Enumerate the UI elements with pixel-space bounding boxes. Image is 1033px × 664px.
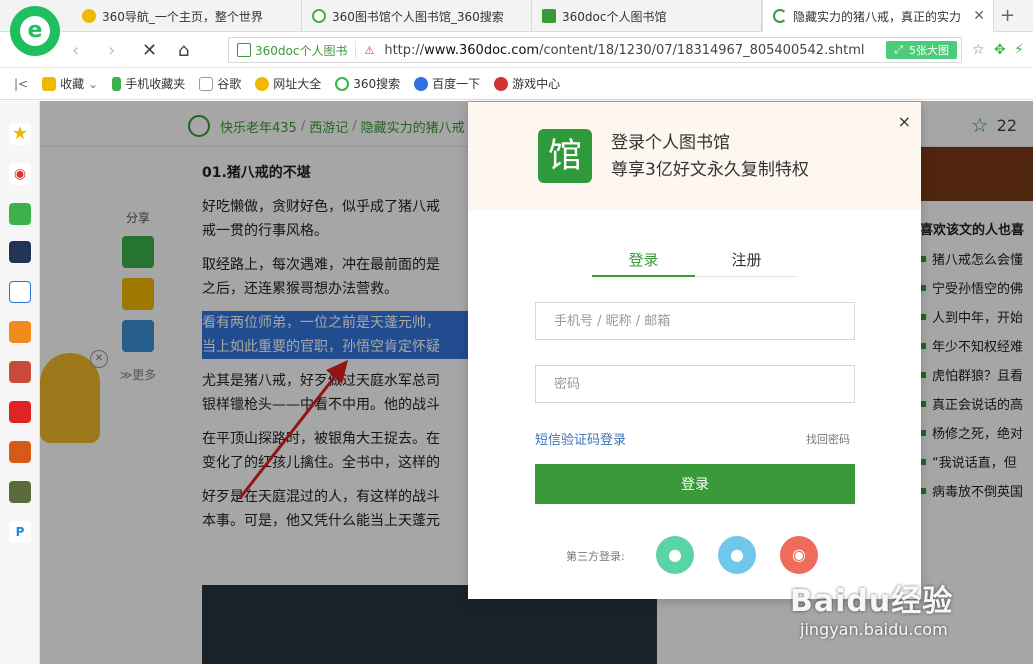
url-scheme: http:// xyxy=(384,42,425,58)
tab-favicon-icon xyxy=(82,9,96,23)
pubg-app-icon[interactable] xyxy=(9,481,31,503)
security-warning-icon[interactable]: ⚠ xyxy=(364,44,374,57)
bookmark-game-center[interactable]: 游戏中心 xyxy=(494,75,560,92)
qq-login-icon[interactable]: ● xyxy=(718,536,756,574)
tab-loading-icon xyxy=(773,9,787,23)
bookmark-url-directory[interactable]: 网址大全 xyxy=(255,75,321,92)
expand-icon: ⤢ xyxy=(894,43,903,56)
tab-label: 360导航_一个主页，整个世界 xyxy=(102,9,263,24)
news-app-icon[interactable] xyxy=(9,241,31,263)
login-dialog: 馆 登录个人图书馆 尊享3亿好文永久复制特权 × 登录 注册 短信验证码登录 找… xyxy=(468,102,921,599)
tab-active-article[interactable]: 隐藏实力的猪八戒，真正的实力 ✕ xyxy=(762,0,994,32)
bookmarks-collapse-icon[interactable]: |< xyxy=(14,77,28,91)
page-icon xyxy=(199,76,214,91)
nav-360-icon xyxy=(255,76,270,91)
forgot-password-link[interactable]: 找回密码 xyxy=(806,431,850,447)
star-bookmark-icon[interactable]: ☆ xyxy=(972,42,985,58)
bookmark-label: 手机收藏夹 xyxy=(125,77,186,91)
bookmark-label: 网址大全 xyxy=(273,77,322,91)
favorites-star-icon[interactable]: ★ xyxy=(9,123,31,145)
big-images-button[interactable]: ⤢ 5张大图 xyxy=(886,41,957,59)
weibo-icon[interactable]: ◉ xyxy=(9,163,31,185)
close-icon[interactable]: × xyxy=(898,112,911,131)
home-icon[interactable]: ⌂ xyxy=(178,40,189,61)
address-toolbar: ‹ › ✕ ⌂ 360doc个人图书 ⚠ http://www.360doc.c… xyxy=(0,32,1033,68)
baidu-paw-icon xyxy=(414,76,429,91)
bookmark-baidu[interactable]: 百度一下 xyxy=(414,75,480,92)
search-360-icon xyxy=(335,76,350,91)
bookmark-label: 谷歌 xyxy=(217,77,242,91)
bookmarks-bar: |< 收藏 ⌄ 手机收藏夹 谷歌 网址大全 360搜索 百度一下 游戏中心 xyxy=(0,68,1033,100)
tab-register[interactable]: 注册 xyxy=(695,249,798,277)
bookmark-label: 游戏中心 xyxy=(512,77,561,91)
password-input[interactable] xyxy=(535,365,855,403)
chevron-down-icon: ⌄ xyxy=(88,76,99,91)
bookmark-favorites[interactable]: 收藏 ⌄ xyxy=(42,75,98,92)
mail-icon[interactable] xyxy=(9,203,31,225)
lightning-icon[interactable]: ⚡ xyxy=(1014,42,1024,58)
game-center-icon xyxy=(494,76,509,91)
baidu-jingyan-watermark: Baidu经验 jingyan.baidu.com xyxy=(790,584,954,639)
red-app-icon[interactable] xyxy=(9,401,31,423)
tab-favicon-icon xyxy=(542,9,556,23)
bookmark-mobile[interactable]: 手机收藏夹 xyxy=(112,75,185,92)
share-icon[interactable]: ✥ xyxy=(994,42,1006,58)
star-icon xyxy=(42,76,57,91)
tab-360-nav[interactable]: 360导航_一个主页，整个世界 xyxy=(72,0,302,32)
url-path: /content/18/1230/07/18314967_805400542.s… xyxy=(539,42,865,58)
stop-loading-icon[interactable]: ✕ xyxy=(142,40,157,61)
tab-label: 隐藏实力的猪八戒，真正的实力 xyxy=(793,9,962,24)
bookmark-label: 360搜索 xyxy=(353,77,401,91)
url-text[interactable]: http://www.360doc.com/content/18/1230/07… xyxy=(384,43,864,58)
game2-app-icon[interactable] xyxy=(9,441,31,463)
tab-label: 360图书馆个人图书馆_360搜索 xyxy=(332,9,504,24)
game-app-icon[interactable] xyxy=(9,361,31,383)
login-dialog-title: 登录个人图书馆 尊享3亿好文永久复制特权 xyxy=(611,133,809,180)
browser-tab-strip: 360导航_一个主页，整个世界 360图书馆个人图书馆_360搜索 360doc… xyxy=(0,0,1033,32)
bookmark-google[interactable]: 谷歌 xyxy=(199,75,241,92)
tab-close-icon[interactable]: ✕ xyxy=(973,8,985,24)
weibo-login-icon[interactable]: ◉ xyxy=(780,536,818,574)
tab-favicon-icon xyxy=(312,9,326,23)
word-doc-icon[interactable] xyxy=(9,281,31,303)
third-party-label: 第三方登录: xyxy=(566,550,625,563)
login-tabs: 登录 注册 xyxy=(592,249,798,277)
tab-360doc[interactable]: 360doc个人图书馆 xyxy=(532,0,762,32)
tab-360-search[interactable]: 360图书馆个人图书馆_360搜索 xyxy=(302,0,532,32)
login-button[interactable]: 登录 xyxy=(535,464,855,504)
sms-login-link[interactable]: 短信验证码登录 xyxy=(535,429,626,448)
left-sidebar: ★ ◉ P xyxy=(0,101,40,664)
new-tab-icon[interactable]: + xyxy=(1000,5,1015,26)
url-host: www.360doc.com xyxy=(424,42,540,58)
account-input[interactable] xyxy=(535,302,855,340)
bookmark-label: 收藏 xyxy=(60,77,85,91)
site-icon xyxy=(237,43,251,57)
site-identity-chip[interactable]: 360doc个人图书 xyxy=(229,41,357,59)
login-dialog-header: 馆 登录个人图书馆 尊享3亿好文永久复制特权 × xyxy=(468,102,921,210)
site-chip-label: 360doc个人图书 xyxy=(255,43,348,58)
back-icon[interactable]: ‹ xyxy=(72,40,79,61)
wechat-login-icon[interactable]: ● xyxy=(656,536,694,574)
tab-label: 360doc个人图书馆 xyxy=(562,9,667,24)
forward-icon[interactable]: › xyxy=(108,40,115,61)
tab-login[interactable]: 登录 xyxy=(592,249,695,277)
novel-app-icon[interactable] xyxy=(9,321,31,343)
library-logo-icon: 馆 xyxy=(538,129,592,183)
bookmark-360search[interactable]: 360搜索 xyxy=(335,75,400,92)
phone-icon xyxy=(112,76,122,91)
p-app-icon[interactable]: P xyxy=(9,521,31,543)
bookmark-label: 百度一下 xyxy=(432,77,481,91)
url-bar[interactable]: 360doc个人图书 ⚠ http://www.360doc.com/conte… xyxy=(228,37,962,63)
big-images-label: 5张大图 xyxy=(909,44,949,57)
browser-logo-icon[interactable]: e xyxy=(10,6,60,56)
